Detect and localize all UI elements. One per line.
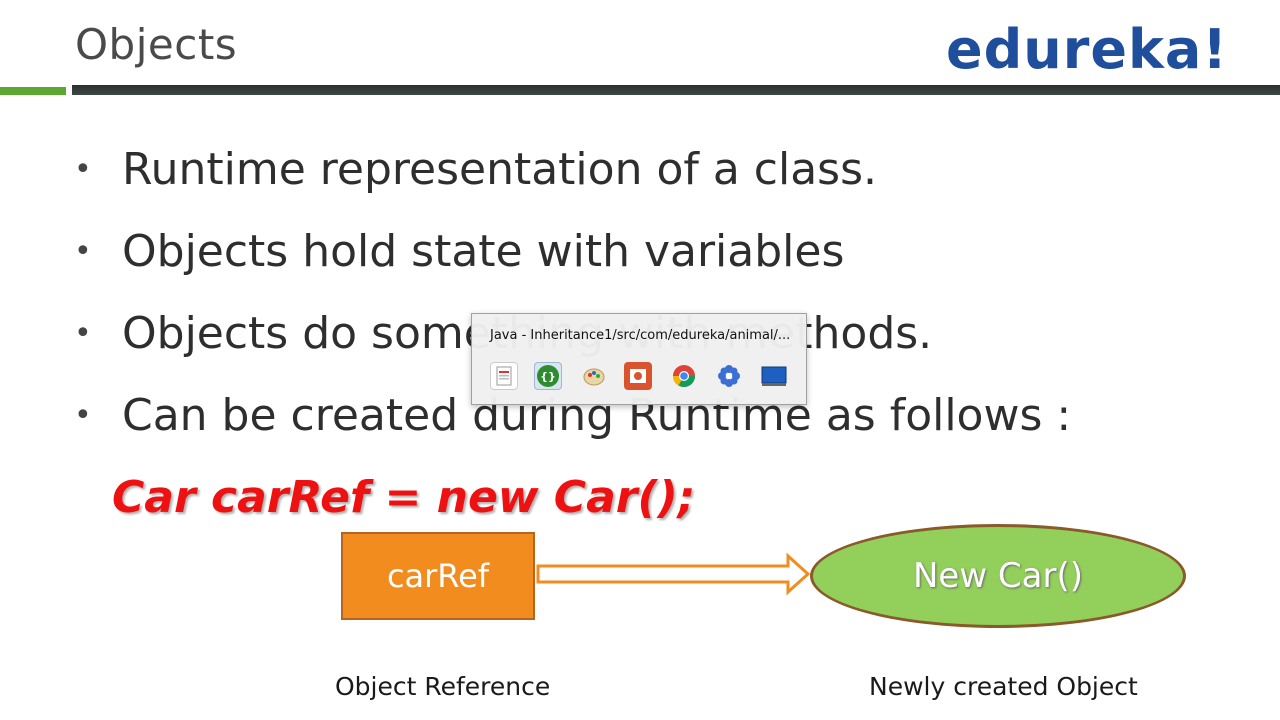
bullet-dot: • <box>74 152 92 187</box>
desktop-icon[interactable] <box>760 362 788 390</box>
bullet-text: Objects hold state with variables <box>122 226 845 277</box>
bullet-dot: • <box>74 398 92 433</box>
svg-text:{}: {} <box>540 370 556 383</box>
bullet-dot: • <box>74 316 92 351</box>
powerpoint-icon[interactable] <box>624 362 652 390</box>
new-object-ellipse: New Car() <box>810 524 1186 628</box>
bullet-dot: • <box>74 234 92 269</box>
taskbar-thumbnail-popup[interactable]: Java - Inheritance1/src/com/edureka/anim… <box>471 313 807 405</box>
slide-title: Objects <box>75 20 238 69</box>
title-underline-bar <box>72 85 1280 95</box>
popup-window-title[interactable]: Java - Inheritance1/src/com/edureka/anim… <box>490 328 790 343</box>
paint-icon[interactable] <box>580 362 608 390</box>
flower-app-icon[interactable] <box>715 362 743 390</box>
chrome-icon[interactable] <box>670 362 698 390</box>
object-reference-caption: Object Reference <box>335 672 551 701</box>
new-object-caption: Newly created Object <box>869 672 1138 701</box>
eclipse-java-icon[interactable]: {} <box>534 362 562 390</box>
bullet-item: • Objects hold state with variables <box>72 222 1071 304</box>
object-reference-box: carRef <box>341 532 535 620</box>
code-example: Car carRef = new Car(); <box>112 472 696 523</box>
bullet-list: • Runtime representation of a class. • O… <box>72 140 1071 468</box>
edureka-logo: edureka! <box>946 18 1228 81</box>
title-underline-accent <box>0 87 66 95</box>
reference-arrow <box>536 552 811 596</box>
bullet-text: Runtime representation of a class. <box>122 144 878 195</box>
bullet-item: • Runtime representation of a class. <box>72 140 1071 222</box>
pdf-document-icon[interactable] <box>490 362 518 390</box>
